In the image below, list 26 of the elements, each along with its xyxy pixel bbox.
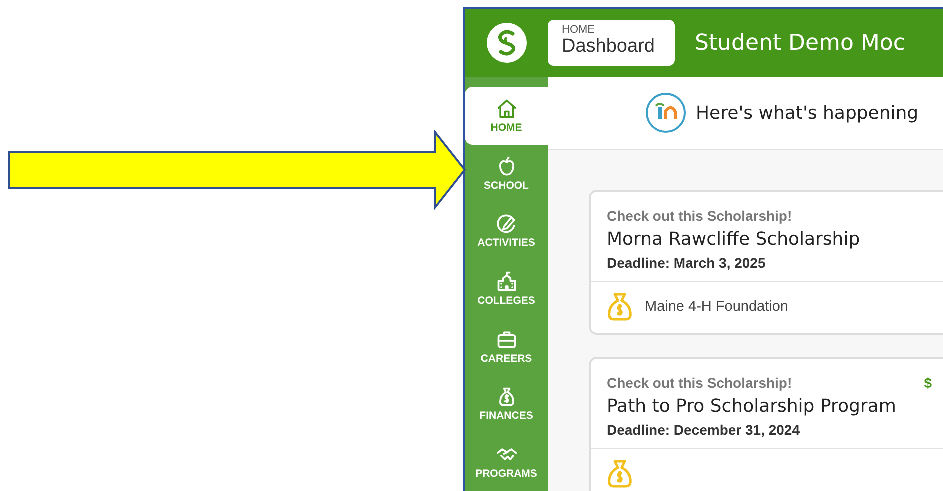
scholarship-title: Path to Pro Scholarship Program bbox=[607, 396, 898, 417]
money-bag-icon bbox=[605, 458, 635, 490]
nav-item[interactable]: SCHOOL bbox=[465, 144, 548, 202]
logo-icon[interactable] bbox=[486, 23, 526, 63]
money-bag-icon bbox=[605, 291, 635, 323]
breadcrumb[interactable]: HOME bbox=[562, 24, 655, 36]
deadline-text: Deadline: December 31, 2024 bbox=[607, 422, 801, 438]
sponsor-name: Maine 4-H Foundation bbox=[645, 299, 788, 315]
site-title: Student Demo Moc bbox=[694, 30, 906, 56]
page-title: Dashboard bbox=[562, 36, 655, 58]
pencil-circle-icon bbox=[494, 213, 518, 236]
card-eyebrow: Check out this Scholarship! bbox=[607, 208, 792, 224]
nav-item[interactable]: PROGRAMS bbox=[465, 433, 548, 491]
welcome-heading: Here's what's happening bbox=[696, 102, 919, 124]
scholarship-card[interactable]: Check out this Scholarship! $ Path to Pro Scholarship Program Deadline: December 31, 2024 bbox=[589, 357, 943, 491]
nav-item[interactable]: ACTIVITIES bbox=[465, 202, 548, 260]
scholarship-title: Morna Rawcliffe Scholarship bbox=[607, 229, 862, 250]
scholarship-card[interactable]: Check out this Scholarship! Morna Rawcliffe Scholarship Deadline: March 3, 2025 Maine 4-H Foundation bbox=[589, 190, 943, 335]
nav-item[interactable]: HOME bbox=[465, 87, 548, 145]
nav-item[interactable]: FINANCES bbox=[465, 376, 548, 434]
nav-item[interactable]: CAREERS bbox=[465, 318, 548, 376]
award-amount: $ bbox=[924, 375, 932, 391]
deadline-text: Deadline: March 3, 2025 bbox=[607, 255, 767, 271]
card-eyebrow: Check out this Scholarship! bbox=[607, 375, 792, 391]
school-logo-icon bbox=[646, 93, 686, 133]
nav-item[interactable]: COLLEGES bbox=[465, 260, 548, 318]
